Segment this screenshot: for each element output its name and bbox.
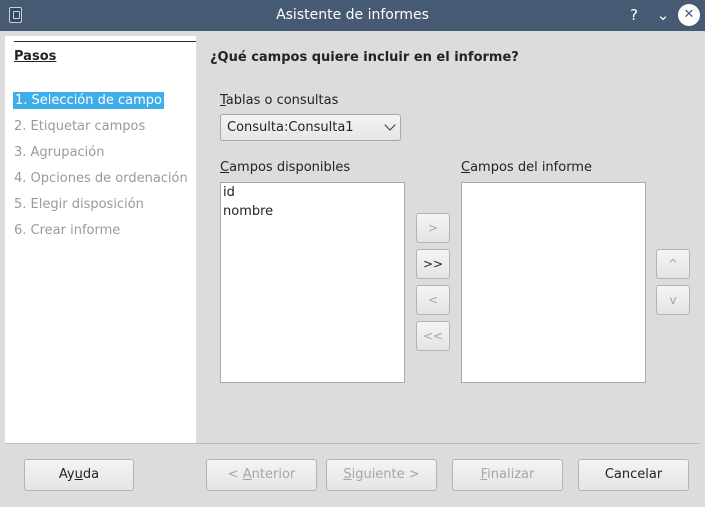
- add-field-button[interactable]: >: [416, 213, 450, 243]
- move-up-button[interactable]: ^: [656, 249, 690, 279]
- step-field-selection[interactable]: 1. Selección de campo: [13, 92, 164, 109]
- page-question: ¿Qué campos quiere incluir en el informe…: [210, 50, 519, 65]
- finish-button[interactable]: Finalizar: [452, 459, 563, 491]
- close-button[interactable]: ✕: [678, 4, 700, 26]
- list-item[interactable]: nombre: [223, 204, 273, 219]
- next-button[interactable]: Siguiente >: [326, 459, 437, 491]
- step-layout[interactable]: 5. Elegir disposición: [14, 197, 144, 212]
- chevron-down-icon: [384, 119, 396, 131]
- window-title: Asistente de informes: [276, 7, 429, 23]
- tables-combobox-value: Consulta:Consulta1: [227, 120, 354, 135]
- steps-panel: Pasos 1. Selección de campo 2. Etiquetar…: [5, 36, 196, 444]
- step-create-report[interactable]: 6. Crear informe: [14, 223, 120, 238]
- report-fields-list[interactable]: [461, 182, 646, 383]
- available-fields-label: Campos disponibles: [220, 160, 351, 175]
- report-fields-label: Campos del informe: [461, 160, 592, 175]
- cancel-button[interactable]: Cancelar: [578, 459, 689, 491]
- tables-label: Tablas o consultas: [220, 93, 339, 108]
- remove-all-fields-button[interactable]: <<: [416, 321, 450, 351]
- minimize-button[interactable]: ⌄: [652, 4, 674, 26]
- help-button[interactable]: Ayuda: [24, 459, 134, 491]
- step-grouping[interactable]: 3. Agrupación: [14, 145, 104, 160]
- steps-rule: [14, 41, 196, 42]
- help-title-button[interactable]: ?: [623, 4, 645, 26]
- step-sort-options[interactable]: 4. Opciones de ordenación: [14, 171, 188, 186]
- add-all-fields-button[interactable]: >>: [416, 249, 450, 279]
- available-fields-list[interactable]: id nombre: [220, 182, 405, 383]
- title-bar: Asistente de informes ? ⌄ ✕: [0, 0, 705, 31]
- steps-header: Pasos: [14, 49, 57, 64]
- back-button[interactable]: < Anterior: [206, 459, 317, 491]
- tables-combobox[interactable]: Consulta:Consulta1: [220, 114, 401, 141]
- footer-divider: [5, 443, 700, 444]
- list-item[interactable]: id: [223, 185, 235, 200]
- step-label-fields[interactable]: 2. Etiquetar campos: [14, 119, 145, 134]
- remove-field-button[interactable]: <: [416, 285, 450, 315]
- move-down-button[interactable]: v: [656, 285, 690, 315]
